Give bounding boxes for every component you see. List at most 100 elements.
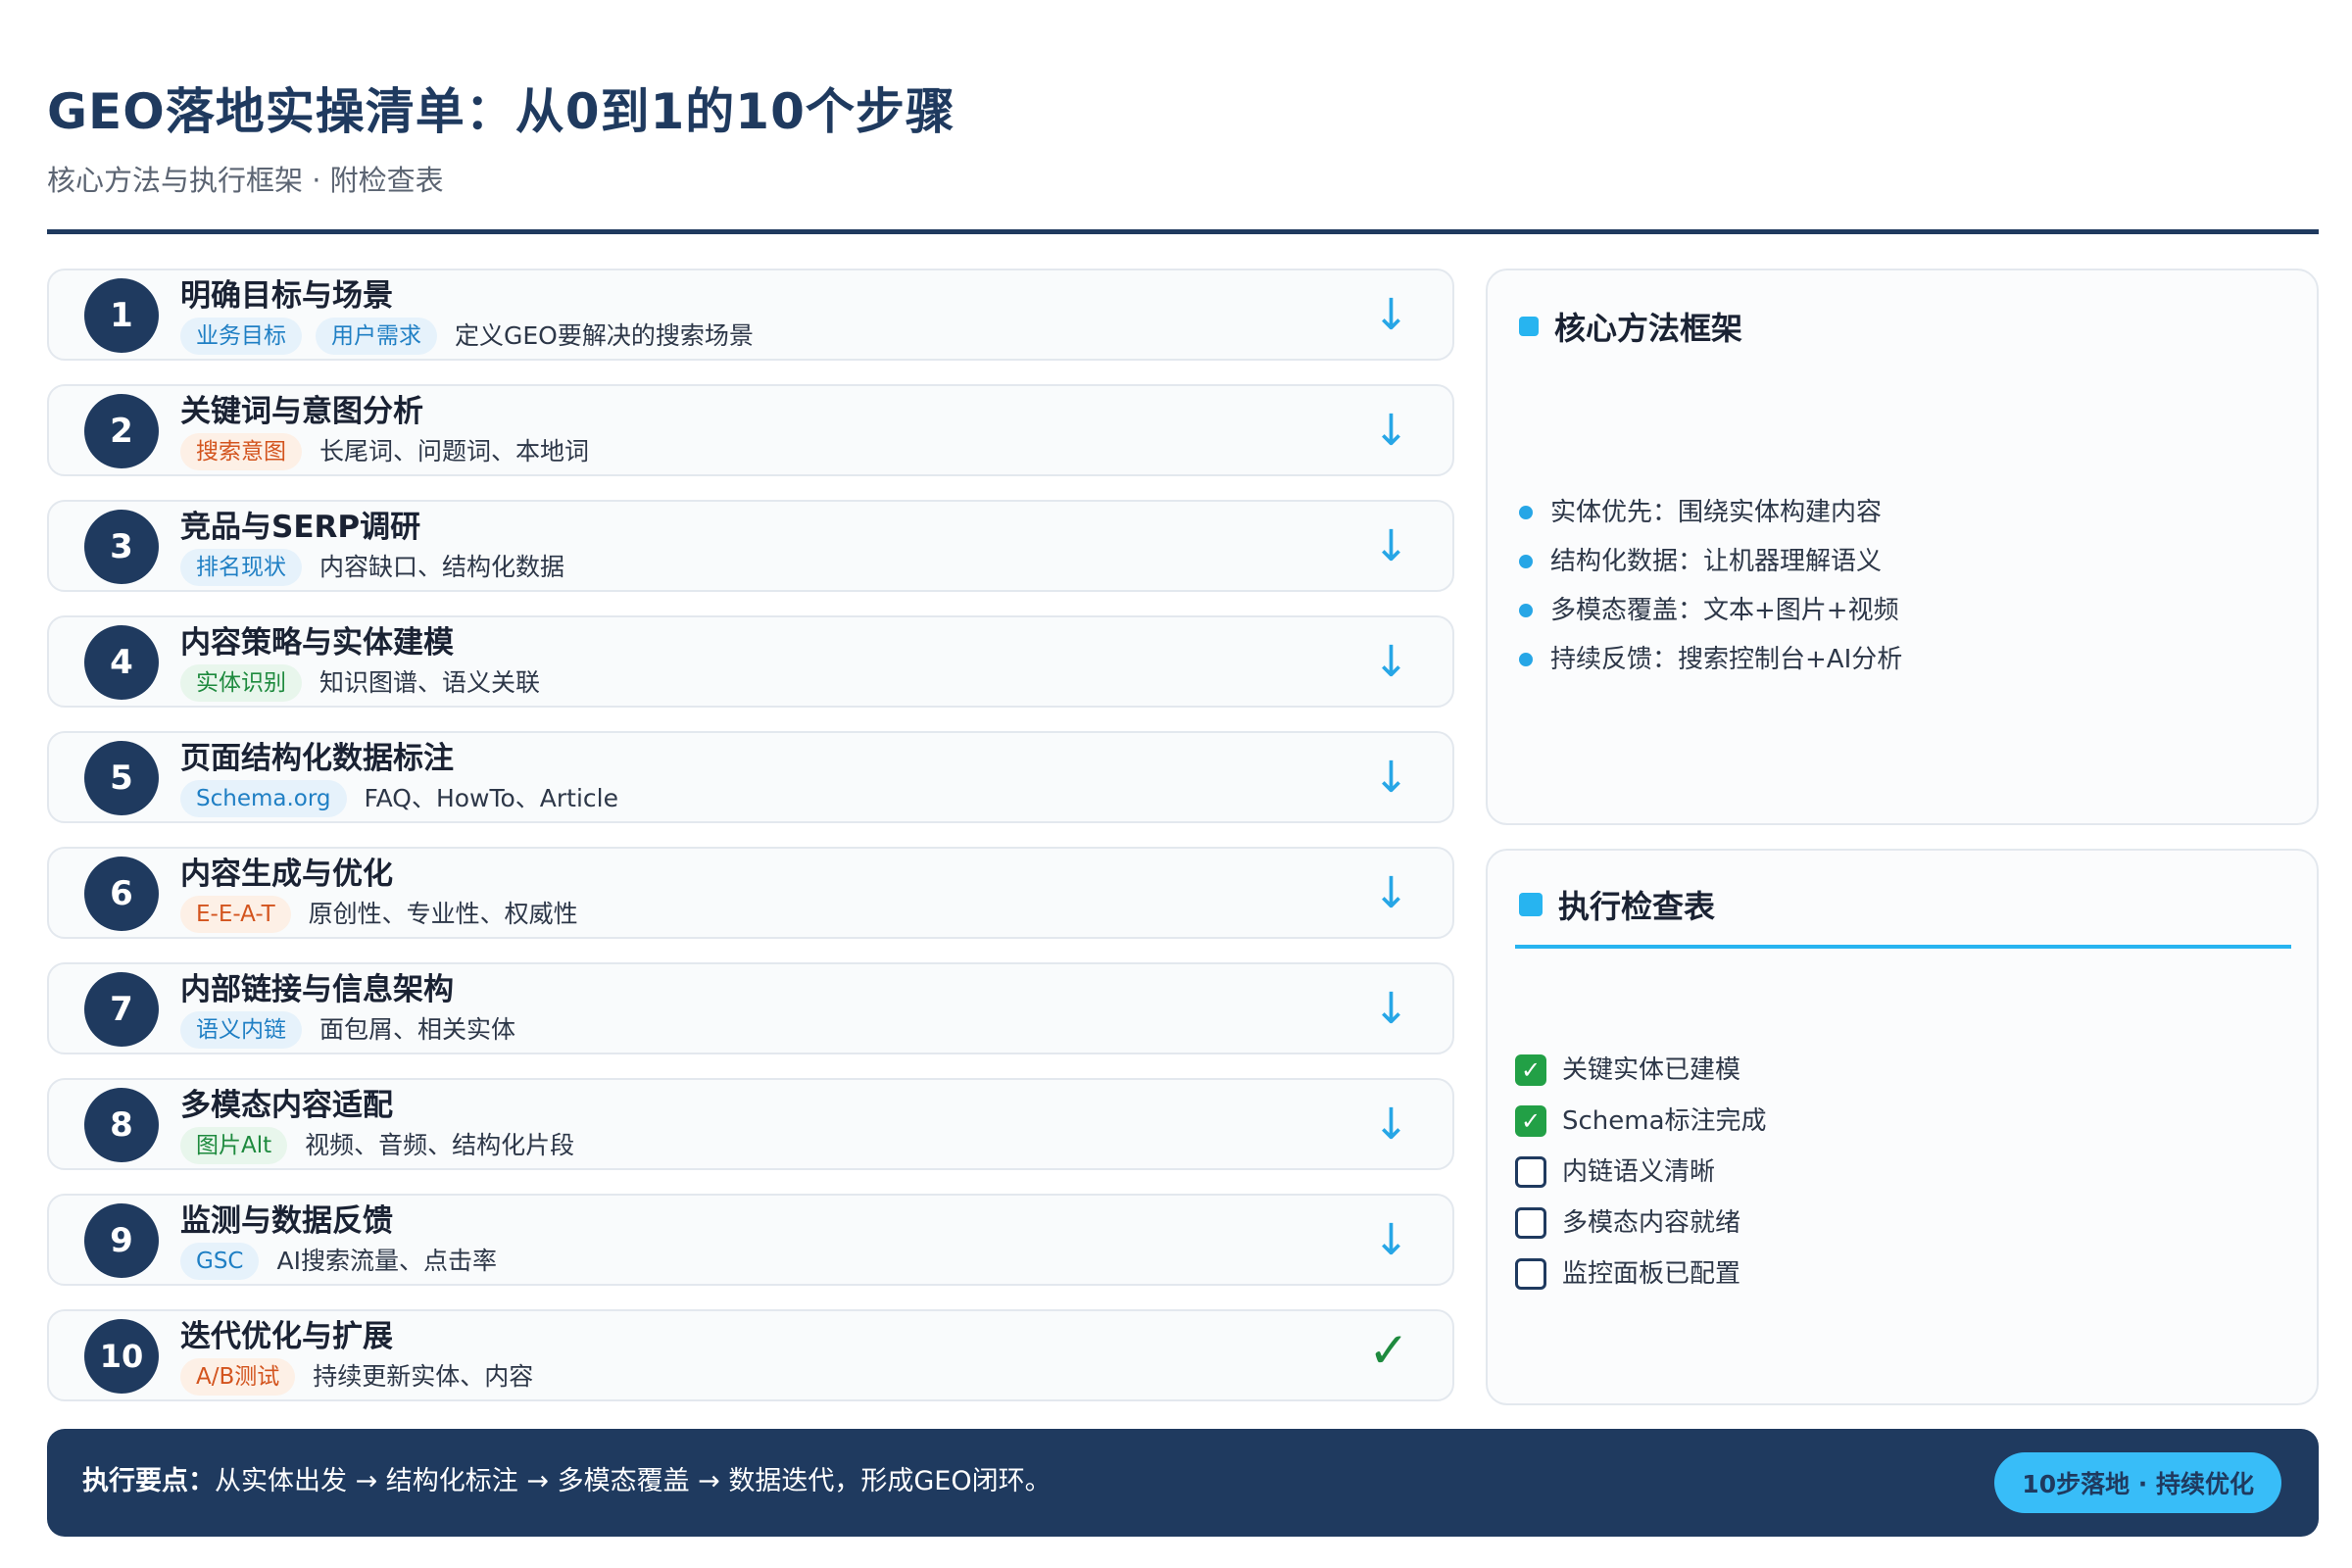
framework-panel: 核心方法框架 实体优先：围绕实体构建内容 结构化数据：让机器理解语义 多模态覆盖：文… (1486, 269, 2319, 825)
arrow-down-icon: ↓ (1373, 984, 1409, 1034)
framework-item-text: 实体优先：围绕实体构建内容 (1550, 498, 1883, 527)
checklist-item-label: 监控面板已配置 (1562, 1259, 1741, 1289)
framework-item-text: 多模态覆盖：文本+图片+视频 (1550, 596, 1899, 625)
step-tag: 搜索意图 (180, 433, 302, 470)
step-meta: Schema.org FAQ、HowTo、Article (180, 780, 618, 817)
step-tag: A/B测试 (180, 1358, 296, 1396)
checked-checkbox-icon[interactable]: ✓ (1515, 1054, 1546, 1086)
framework-title-text: 核心方法框架 (1554, 310, 1743, 347)
step-card: 10 迭代优化与扩展 A/B测试 持续更新实体、内容 ✓ (47, 1309, 1454, 1401)
checklist-item-label: 多模态内容就绪 (1562, 1208, 1741, 1238)
checked-checkbox-icon[interactable]: ✓ (1515, 1105, 1546, 1137)
step-card: 9 监测与数据反馈 GSC AI搜索流量、点击率 ↓ (47, 1194, 1454, 1286)
checklist-item-label: 内链语义清晰 (1562, 1157, 1716, 1187)
arrow-down-icon: ↓ (1373, 290, 1409, 340)
step-number-badge: 2 (84, 394, 159, 468)
step-meta: 排名现状 内容缺口、结构化数据 (180, 549, 564, 586)
step-description: FAQ、HowTo、Article (364, 784, 619, 812)
step-title: 内部链接与信息架构 (180, 972, 454, 1007)
footer-label: 执行要点： (82, 1466, 215, 1496)
step-description: 面包屑、相关实体 (319, 1015, 516, 1044)
step-title: 关键词与意图分析 (180, 394, 423, 429)
step-description: AI搜索流量、点击率 (276, 1247, 497, 1275)
step-tag: Schema.org (180, 780, 347, 817)
steps-list: 1 明确目标与场景 业务目标 用户需求 定义GEO要解决的搜索场景 ↓ 2 关键词与意图分析搜… (47, 269, 1454, 1401)
step-tag: 图片Alt (180, 1127, 288, 1164)
step-meta: 实体识别 知识图谱、语义关联 (180, 664, 540, 702)
page-header: GEO落地实操清单：从0到1的10个步骤 核心方法与执行框架 · 附检查表 (47, 76, 2319, 200)
unchecked-checkbox-icon[interactable] (1515, 1156, 1546, 1188)
step-number-badge: 3 (84, 510, 159, 584)
step-description: 定义GEO要解决的搜索场景 (455, 321, 754, 350)
step-title: 竞品与SERP调研 (180, 510, 421, 545)
checkmark-icon: ✓ (1368, 1322, 1409, 1379)
arrow-down-icon: ↓ (1373, 637, 1409, 687)
step-number-badge: 9 (84, 1203, 159, 1278)
checklist-panel: 执行检查表 ✓ 关键实体已建模 ✓ Schema标注完成内链语义清晰 多模态内容就绪 监控… (1486, 849, 2319, 1405)
unchecked-checkbox-icon[interactable] (1515, 1258, 1546, 1290)
step-meta: A/B测试 持续更新实体、内容 (180, 1358, 533, 1396)
page-title: GEO落地实操清单：从0到1的10个步骤 (47, 83, 956, 140)
footer-text: 执行要点：从实体出发 → 结构化标注 → 多模态覆盖 → 数据迭代，形成GEO闭… (82, 1462, 1052, 1501)
checklist-item: 内链语义清晰 (1515, 1147, 1767, 1198)
footer-banner: 执行要点：从实体出发 → 结构化标注 → 多模态覆盖 → 数据迭代，形成GEO闭… (47, 1429, 2319, 1537)
step-card: 6 内容生成与优化 E-E-A-T 原创性、专业性、权威性 ↓ (47, 847, 1454, 939)
checklist-title-text: 执行检查表 (1558, 888, 1716, 925)
bullet-dot-icon (1519, 506, 1533, 519)
arrow-down-icon: ↓ (1373, 521, 1409, 571)
square-bullet-icon (1519, 893, 1543, 916)
step-title: 监测与数据反馈 (180, 1203, 393, 1239)
step-title: 多模态内容适配 (180, 1088, 393, 1123)
arrow-down-icon: ↓ (1373, 1215, 1409, 1265)
page-subtitle: 核心方法与执行框架 · 附检查表 (47, 164, 444, 197)
step-meta: GSC AI搜索流量、点击率 (180, 1243, 497, 1280)
bullet-dot-icon (1519, 604, 1533, 617)
checklist-title: 执行检查表 (1519, 882, 1715, 927)
step-number-badge: 6 (84, 857, 159, 931)
step-number-badge: 5 (84, 741, 159, 815)
step-tag: 排名现状 (180, 549, 302, 586)
step-description: 视频、音频、结构化片段 (305, 1131, 575, 1159)
step-number-badge: 8 (84, 1088, 159, 1162)
step-number-badge: 4 (84, 625, 159, 700)
step-tag: 业务目标 (180, 318, 302, 355)
step-description: 原创性、专业性、权威性 (308, 900, 578, 928)
step-number-badge: 1 (84, 278, 159, 353)
arrow-down-icon: ↓ (1373, 1100, 1409, 1150)
footer-badge: 10步落地 · 持续优化 (1994, 1452, 2281, 1513)
step-meta: 搜索意图 长尾词、问题词、本地词 (180, 433, 589, 470)
step-title: 内容生成与优化 (180, 857, 393, 892)
framework-item-text: 结构化数据：让机器理解语义 (1550, 547, 1883, 576)
step-description: 内容缺口、结构化数据 (319, 553, 565, 581)
step-meta: E-E-A-T 原创性、专业性、权威性 (180, 896, 578, 933)
checklist-list: ✓ 关键实体已建模 ✓ Schema标注完成内链语义清晰 多模态内容就绪 监控面板已配置 (1515, 1045, 1767, 1299)
step-tag: E-E-A-T (180, 896, 291, 933)
framework-item-text: 持续反馈：搜索控制台+AI分析 (1550, 645, 1903, 674)
square-bullet-icon (1519, 317, 1539, 336)
checklist-item: 监控面板已配置 (1515, 1249, 1767, 1299)
step-title: 迭代优化与扩展 (180, 1319, 393, 1354)
step-title: 内容策略与实体建模 (180, 625, 454, 661)
framework-item: 多模态覆盖：文本+图片+视频 (1519, 586, 1902, 635)
step-tag: 用户需求 (316, 318, 437, 355)
checklist-item: ✓ Schema标注完成 (1515, 1096, 1767, 1147)
step-tag: 实体识别 (180, 664, 302, 702)
checklist-item: ✓ 关键实体已建模 (1515, 1045, 1767, 1096)
checklist-item-label: 关键实体已建模 (1562, 1055, 1741, 1085)
footer-body: 从实体出发 → 结构化标注 → 多模态覆盖 → 数据迭代，形成GEO闭环。 (215, 1466, 1052, 1496)
bullet-dot-icon (1519, 653, 1533, 666)
bullet-dot-icon (1519, 555, 1533, 568)
step-meta: 图片Alt 视频、音频、结构化片段 (180, 1127, 574, 1164)
unchecked-checkbox-icon[interactable] (1515, 1207, 1546, 1239)
step-card: 7 内部链接与信息架构 语义内链 面包屑、相关实体 ↓ (47, 962, 1454, 1054)
step-meta: 业务目标 用户需求 定义GEO要解决的搜索场景 (180, 318, 754, 355)
framework-item: 实体优先：围绕实体构建内容 (1519, 488, 1902, 537)
step-card: 3 竞品与SERP调研 排名现状 内容缺口、结构化数据 ↓ (47, 500, 1454, 592)
step-title: 页面结构化数据标注 (180, 741, 454, 776)
step-tag: GSC (180, 1243, 260, 1280)
framework-item: 持续反馈：搜索控制台+AI分析 (1519, 635, 1902, 684)
checklist-item: 多模态内容就绪 (1515, 1198, 1767, 1249)
checklist-title-underline (1515, 945, 2291, 949)
step-number-badge: 7 (84, 972, 159, 1047)
step-title: 明确目标与场景 (180, 278, 393, 314)
